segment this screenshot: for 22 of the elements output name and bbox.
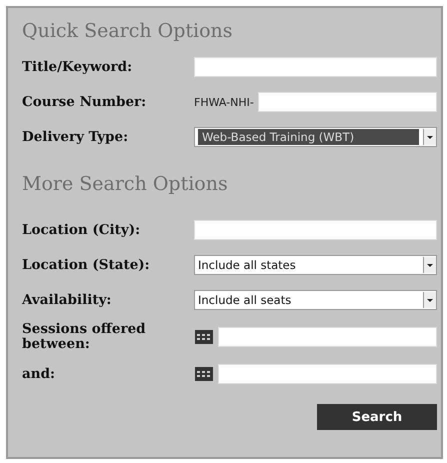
- dropdown[interactable]: Include all states: [194, 255, 437, 275]
- field-label: Delivery Type:: [22, 130, 130, 144]
- date-field[interactable]: [218, 327, 437, 347]
- section-heading: Quick Search Options: [22, 20, 234, 42]
- calendar-icon[interactable]: [194, 366, 214, 382]
- field-label: and:: [22, 366, 56, 382]
- field-label: Title/Keyword:: [22, 60, 134, 74]
- course-prefix: FHWA-NHI-: [194, 96, 254, 108]
- search-button[interactable]: Search: [317, 404, 437, 430]
- text-field[interactable]: [194, 220, 437, 240]
- calendar-icon[interactable]: [194, 329, 214, 345]
- section-heading: More Search Options: [22, 173, 229, 195]
- dropdown[interactable]: Web-Based Training (WBT): [194, 127, 437, 147]
- dropdown[interactable]: Include all seats: [194, 290, 437, 310]
- date-field[interactable]: [218, 364, 437, 384]
- field-label: Location (State):: [22, 258, 151, 272]
- text-field[interactable]: [194, 57, 437, 77]
- field-label: Course Number:: [22, 94, 148, 110]
- field-label: Sessions offered between:: [22, 322, 147, 352]
- field-label: Availability:: [22, 292, 112, 308]
- field-label: Location (City):: [22, 222, 142, 238]
- course-number-field[interactable]: [258, 92, 437, 112]
